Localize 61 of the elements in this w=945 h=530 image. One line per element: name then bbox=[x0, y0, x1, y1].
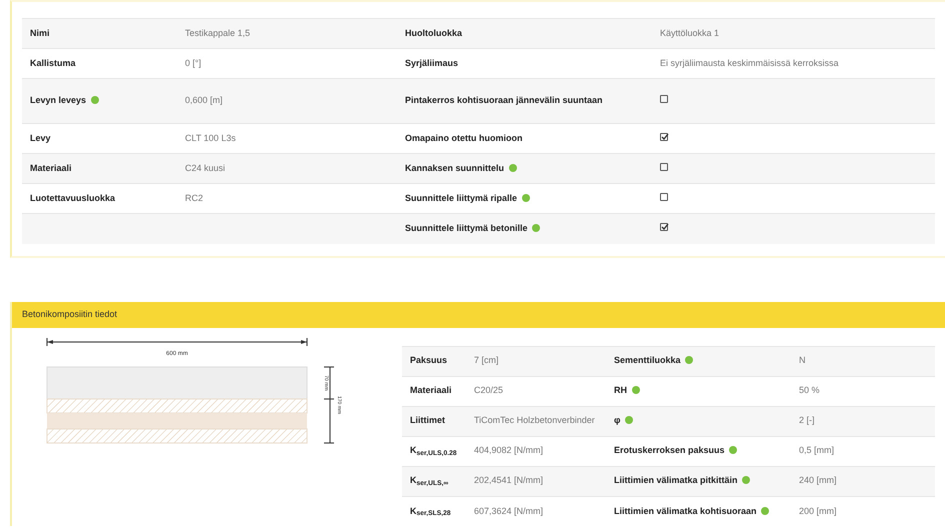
field-label: Pintakerros kohtisuoraan jännevälin suuntaan bbox=[405, 95, 603, 106]
checkbox[interactable] bbox=[660, 223, 668, 231]
field-label: Levyn leveys bbox=[30, 95, 86, 106]
info-icon bbox=[729, 446, 738, 454]
info-icon bbox=[90, 96, 99, 104]
field-value: 240 [mm] bbox=[799, 475, 837, 486]
field-label: K$_{ser,SLS,28}$ bbox=[410, 506, 451, 516]
field-value: 0,600 [m] bbox=[185, 95, 223, 106]
field-label: K$_{ser,ULS,∞}$ bbox=[410, 475, 448, 486]
field-label: Levy bbox=[30, 132, 51, 143]
checkbox[interactable] bbox=[660, 95, 668, 104]
info-icon bbox=[742, 476, 750, 484]
section-header: Betonikomposiitin tiedot bbox=[12, 302, 945, 328]
field-label: Syrjäliimaus bbox=[405, 58, 458, 68]
field-value: 0 [°] bbox=[185, 58, 202, 68]
field-value: N bbox=[799, 355, 806, 366]
field-value: C24 kuusi bbox=[185, 162, 226, 173]
field-value: 202,4541 [N/mm] bbox=[474, 475, 544, 486]
field-value: Testikappale 1,5 bbox=[185, 28, 250, 38]
field-label: Nimi bbox=[30, 28, 50, 38]
field-label: Materiaali bbox=[30, 162, 72, 173]
info-icon bbox=[532, 224, 540, 232]
field-label: Erotuskerroksen paksuus bbox=[614, 445, 725, 456]
field-label: K$_{ser,ULS,0.28}$ bbox=[410, 445, 457, 456]
field-label: Materiaali bbox=[410, 385, 452, 396]
field-label: Suunnittele liittymä ripalle bbox=[405, 192, 518, 203]
info-icon bbox=[685, 356, 694, 364]
field-label: Paksuus bbox=[410, 355, 448, 366]
checkbox[interactable] bbox=[660, 162, 668, 171]
field-value: Käyttöluokka 1 bbox=[660, 28, 720, 38]
field-label: Luotettavuusluokka bbox=[30, 192, 116, 203]
info-icon bbox=[624, 416, 633, 424]
field-label: RH bbox=[614, 385, 627, 396]
info-icon bbox=[761, 506, 770, 514]
field-value: 2 [-] bbox=[799, 415, 815, 426]
field-label: Sementtiluokka bbox=[614, 355, 681, 366]
field-value: 0,5 [mm] bbox=[799, 445, 834, 456]
field-label: Liittimien välimatka pitkittäin bbox=[614, 475, 738, 486]
field-label: Liittimet bbox=[410, 415, 445, 426]
info-icon bbox=[522, 194, 530, 202]
field-value: CLT 100 L3s bbox=[185, 132, 236, 143]
field-label: Liittimien välimatka kohtisuoraan bbox=[614, 506, 757, 516]
checkbox[interactable] bbox=[660, 192, 668, 201]
field-label: Omapaino otettu huomioon bbox=[405, 132, 522, 143]
field-label: Kannaksen suunnittelu bbox=[405, 162, 504, 173]
field-value: 404,9082 [N/mm] bbox=[474, 445, 544, 456]
field-label: Suunnittele liittymä betonille bbox=[405, 223, 528, 233]
field-value: 7 [cm] bbox=[474, 355, 499, 366]
field-value: 50 % bbox=[799, 385, 820, 396]
checkbox[interactable] bbox=[660, 132, 668, 141]
field-value: Ei syrjäliimausta keskimmäisissä kerroksissa bbox=[660, 58, 839, 68]
info-icon bbox=[632, 386, 640, 394]
field-value: RC2 bbox=[185, 192, 204, 203]
field-label: Kallistuma bbox=[30, 58, 76, 68]
field-value: 607,3624 [N/mm] bbox=[474, 506, 544, 516]
field-value: C20/25 bbox=[474, 385, 504, 396]
field-label: Huoltoluokka bbox=[405, 28, 462, 38]
field-value: 200 [mm] bbox=[799, 506, 837, 516]
field-value: TiComTec Holzbetonverbinder bbox=[474, 415, 595, 426]
info-icon bbox=[508, 164, 517, 172]
field-label: φ bbox=[614, 415, 620, 426]
